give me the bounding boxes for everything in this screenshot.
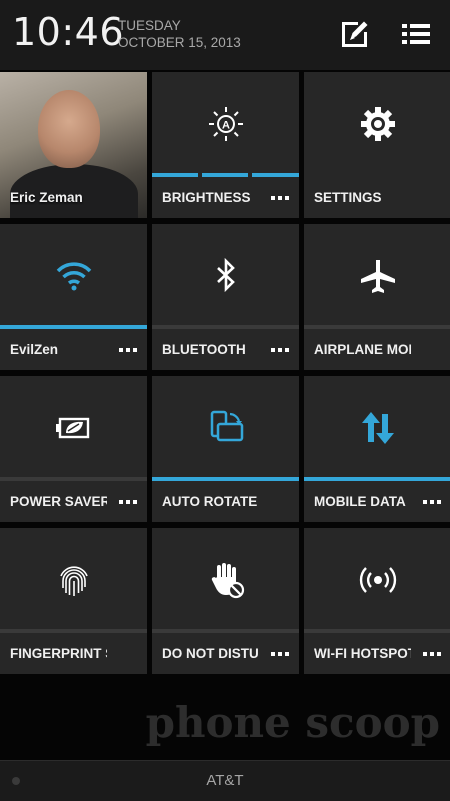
- tile-wifi[interactable]: EvilZen: [0, 224, 147, 370]
- tile-label-power-saver: POWER SAVER: [10, 494, 107, 509]
- tile-do-not-disturb[interactable]: DO NOT DISTURB: [152, 528, 299, 674]
- brightness-segment-3: [252, 173, 299, 177]
- power-saver-status-bar: [0, 477, 147, 481]
- bluetooth-status-bar: [152, 325, 299, 329]
- tile-label-bluetooth: BLUETOOTH: [162, 342, 246, 357]
- wifi-status-bar: [0, 325, 147, 329]
- more-options-button[interactable]: [119, 500, 137, 504]
- svg-text:A: A: [222, 120, 230, 132]
- tile-mobile-data[interactable]: MOBILE DATA: [304, 376, 450, 522]
- more-options-button[interactable]: [271, 652, 289, 656]
- do-not-disturb-icon: [152, 560, 299, 600]
- day-label: TUESDAY: [118, 18, 181, 33]
- profile-tile[interactable]: Eric Zeman: [0, 72, 147, 218]
- tile-settings[interactable]: SETTINGS: [304, 72, 450, 218]
- carrier-bar: AT&T: [0, 760, 450, 801]
- brightness-auto-icon: A: [152, 104, 299, 144]
- hotspot-icon: [304, 560, 450, 600]
- tile-label-fingerprint: FINGERPRINT SCAN: [10, 646, 107, 661]
- more-options-button[interactable]: [423, 652, 441, 656]
- tile-label-airplane: AIRPLANE MODE: [314, 342, 411, 357]
- dnd-status-bar: [152, 629, 299, 633]
- carrier-label: AT&T: [206, 772, 244, 789]
- more-options-button[interactable]: [271, 348, 289, 352]
- date-block: TUESDAY OCTOBER 15, 2013: [118, 17, 241, 51]
- tile-label-mobile-data: MOBILE DATA: [314, 494, 406, 509]
- tile-label-settings: SETTINGS: [314, 190, 382, 205]
- auto-rotate-status-bar: [152, 477, 299, 481]
- airplane-icon: [304, 256, 450, 296]
- date-label: OCTOBER 15, 2013: [118, 35, 241, 50]
- more-options-button[interactable]: [423, 500, 441, 504]
- fingerprint-status-bar: [0, 629, 147, 633]
- rotate-icon: [152, 408, 299, 448]
- more-options-button[interactable]: [119, 348, 137, 352]
- tile-fingerprint-scan[interactable]: FINGERPRINT SCAN: [0, 528, 147, 674]
- data-arrows-icon: [304, 408, 450, 448]
- profile-face: [38, 90, 100, 168]
- tile-label-brightness: BRIGHTNESS: [162, 190, 251, 205]
- tile-label-auto-rotate: AUTO ROTATE: [162, 494, 258, 509]
- airplane-status-bar: [304, 325, 450, 329]
- tile-airplane-mode[interactable]: AIRPLANE MODE: [304, 224, 450, 370]
- wifi-icon: [0, 256, 147, 296]
- tile-wifi-hotspot[interactable]: WI-FI HOTSPOT: [304, 528, 450, 674]
- list-icon[interactable]: [400, 18, 432, 50]
- battery-saver-icon: [0, 408, 147, 448]
- tile-bluetooth[interactable]: BLUETOOTH: [152, 224, 299, 370]
- tile-label-hotspot: WI-FI HOTSPOT: [314, 646, 411, 661]
- mobile-data-status-bar: [304, 477, 450, 481]
- hotspot-status-bar: [304, 629, 450, 633]
- brightness-segment-2: [202, 173, 248, 177]
- bluetooth-icon: [152, 256, 299, 296]
- watermark: phone scoop: [145, 698, 440, 747]
- tile-brightness[interactable]: A BRIGHTNESS: [152, 72, 299, 218]
- tile-power-saver[interactable]: POWER SAVER: [0, 376, 147, 522]
- gear-icon: [304, 104, 450, 144]
- clock: 10:46: [12, 10, 125, 54]
- brightness-segment-1: [152, 173, 198, 177]
- tile-auto-rotate[interactable]: AUTO ROTATE: [152, 376, 299, 522]
- fingerprint-icon: [0, 560, 147, 600]
- edit-icon[interactable]: [338, 18, 370, 50]
- tile-label-dnd: DO NOT DISTURB: [162, 646, 259, 661]
- more-options-button[interactable]: [271, 196, 289, 200]
- profile-name: Eric Zeman: [10, 190, 83, 205]
- tile-label-wifi: EvilZen: [10, 342, 59, 357]
- notification-header: 10:46 TUESDAY OCTOBER 15, 2013: [0, 0, 450, 70]
